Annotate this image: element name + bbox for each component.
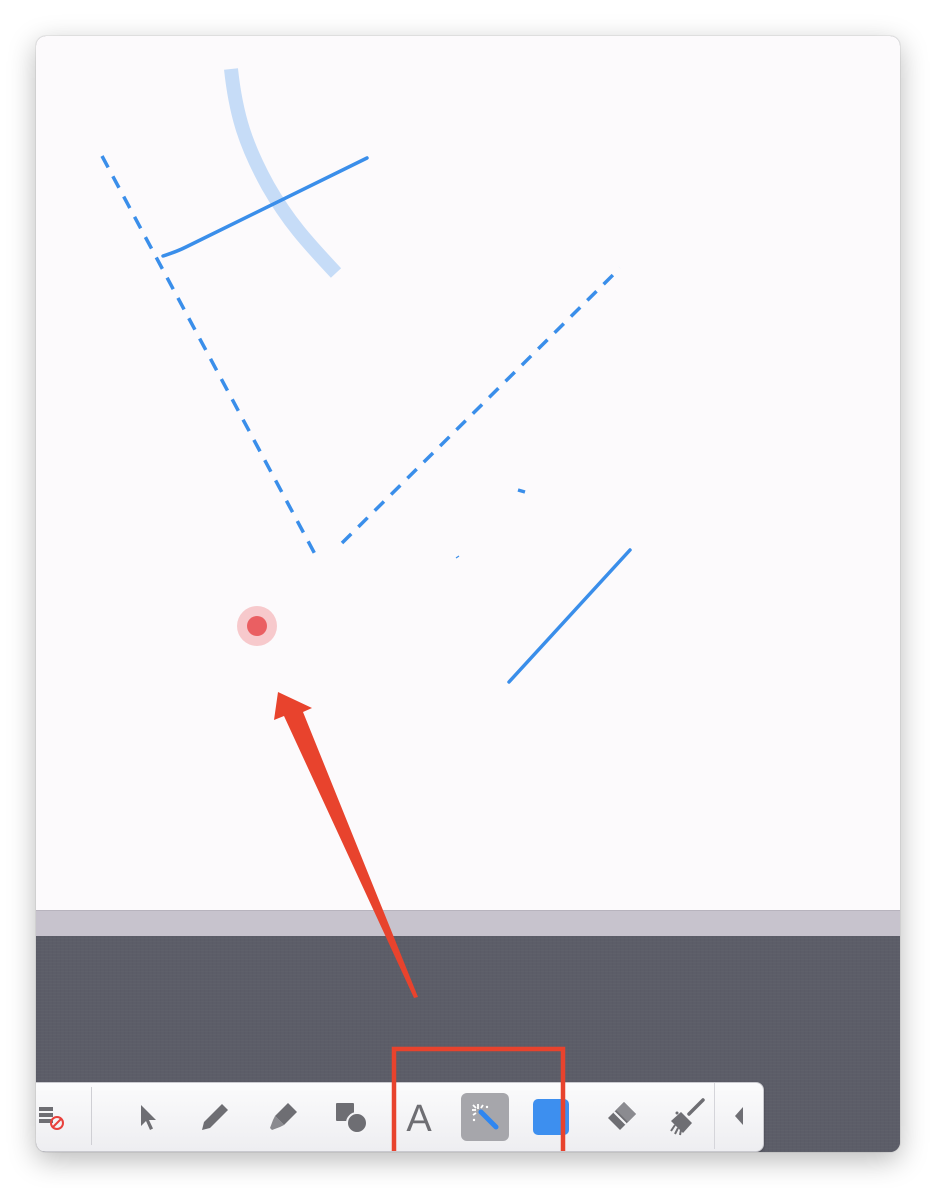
triangle-left-icon — [735, 1107, 743, 1125]
shapes-tool-button[interactable] — [327, 1093, 375, 1141]
dashed-line — [340, 266, 622, 545]
sweep-tool-button[interactable] — [663, 1093, 711, 1141]
magic-wand-icon — [472, 1104, 499, 1130]
highlighter-stroke — [224, 68, 342, 278]
toolbar-collapse-button[interactable] — [714, 1083, 763, 1149]
highlighter-tool-button[interactable] — [259, 1093, 307, 1141]
text-tool-button[interactable]: A — [395, 1093, 443, 1141]
drawing-toolbar: A — [36, 1082, 764, 1152]
shapes-icon — [336, 1103, 368, 1134]
color-swatch-icon — [533, 1099, 569, 1135]
color-picker-button[interactable] — [527, 1093, 575, 1141]
magic-wand-tool-button[interactable] — [461, 1093, 509, 1141]
broom-icon — [670, 1098, 705, 1136]
stroke-fragment — [455, 555, 460, 559]
eraser-tool-button[interactable] — [597, 1093, 645, 1141]
pen-tool-button[interactable] — [191, 1093, 239, 1141]
text-icon: A — [406, 1098, 432, 1136]
app-window: A — [36, 36, 900, 1152]
laser-pointer-dot — [247, 616, 267, 636]
canvas-bottom-edge — [36, 910, 900, 937]
clear-page-button[interactable] — [36, 1093, 77, 1141]
select-tool-button[interactable] — [124, 1093, 172, 1141]
canvas-drawing — [100, 68, 632, 684]
page-clear-icon — [39, 1107, 64, 1130]
text-tool-label: A — [406, 1098, 432, 1136]
eraser-icon — [608, 1102, 636, 1130]
toolbar-divider — [91, 1087, 92, 1145]
highlighter-icon — [270, 1103, 297, 1130]
pen-stroke — [507, 548, 632, 684]
drawing-canvas[interactable] — [36, 36, 900, 910]
stroke-fragment — [517, 488, 526, 494]
pen-icon — [202, 1104, 228, 1130]
arrow-pointer-icon — [141, 1105, 156, 1130]
